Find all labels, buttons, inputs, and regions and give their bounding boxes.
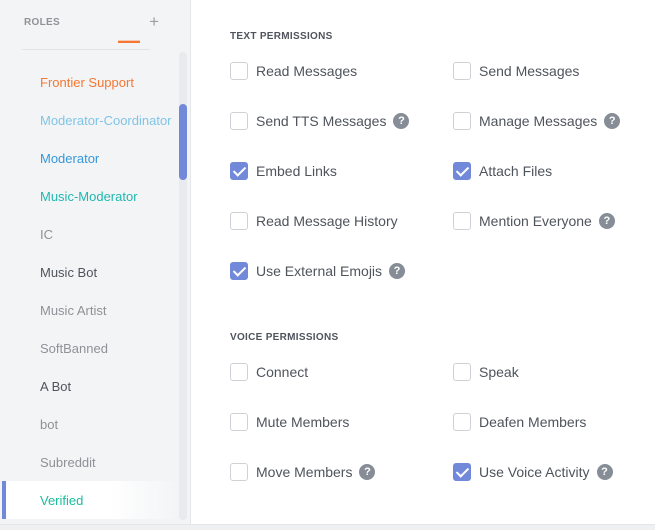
permission-connect[interactable]: Connect [230, 362, 308, 382]
role-item-frontier-support[interactable]: Frontier Support [2, 63, 180, 101]
use-external-emojis-label: Use External Emojis [256, 263, 383, 279]
mute-members-checkbox[interactable] [230, 413, 248, 431]
question-mark-icon[interactable]: ? [596, 464, 613, 480]
attach-files-label: Attach Files [479, 163, 553, 179]
permission-embed-links[interactable]: Embed Links [230, 161, 337, 181]
text-permissions-title: TEXT PERMISSIONS [230, 31, 333, 42]
mention-everyone-checkbox[interactable] [453, 212, 471, 230]
clipped-role-sliver: ▬▬ [118, 39, 150, 43]
read-message-history-label: Read Message History [256, 213, 398, 229]
connect-checkbox[interactable] [230, 363, 248, 381]
speak-label: Speak [479, 364, 519, 380]
send-messages-checkbox[interactable] [453, 62, 471, 80]
role-item-softbanned[interactable]: SoftBanned [2, 329, 180, 367]
add-role-plus-icon[interactable]: + [149, 13, 159, 30]
roles-sidebar: ROLES + ▬▬ Frontier SupportModerator-Coo… [0, 0, 191, 530]
role-item-music-bot[interactable]: Music Bot [2, 253, 180, 291]
scrollbar-thumb[interactable] [179, 104, 187, 180]
mute-members-label: Mute Members [256, 414, 350, 430]
bottom-divider [0, 524, 655, 530]
roles-title: ROLES [24, 16, 60, 28]
read-messages-checkbox[interactable] [230, 62, 248, 80]
connect-label: Connect [256, 364, 309, 380]
deafen-members-checkbox[interactable] [453, 413, 471, 431]
question-mark-icon[interactable]: ? [393, 113, 410, 129]
permission-mention-everyone[interactable]: Mention Everyone? [453, 211, 615, 231]
clipped-role-item[interactable]: ▬▬ [22, 32, 150, 50]
use-voice-activity-label: Use Voice Activity [479, 464, 590, 480]
voice-permissions-title: VOICE PERMISSIONS [230, 332, 339, 343]
send-messages-label: Send Messages [479, 63, 580, 79]
permission-use-external-emojis[interactable]: Use External Emojis? [230, 261, 406, 281]
role-item-moderator-coordinator[interactable]: Moderator-Coordinator [2, 101, 180, 139]
permissions-panel: TEXT PERMISSIONS VOICE PERMISSIONS Read … [192, 0, 655, 530]
permission-use-voice-activity[interactable]: Use Voice Activity? [453, 462, 613, 482]
use-voice-activity-checkbox[interactable] [453, 463, 471, 481]
deafen-members-label: Deafen Members [479, 414, 587, 430]
question-mark-icon[interactable]: ? [359, 464, 376, 480]
permission-send-messages[interactable]: Send Messages [453, 61, 579, 81]
permission-move-members[interactable]: Move Members? [230, 462, 376, 482]
move-members-label: Move Members [256, 464, 353, 480]
move-members-checkbox[interactable] [230, 463, 248, 481]
use-external-emojis-checkbox[interactable] [230, 262, 248, 280]
permission-deafen-members[interactable]: Deafen Members [453, 412, 586, 432]
question-mark-icon[interactable]: ? [598, 213, 615, 229]
question-mark-icon[interactable]: ? [389, 263, 406, 279]
role-item-a-bot[interactable]: A Bot [2, 367, 180, 405]
manage-messages-label: Manage Messages [479, 113, 598, 129]
role-item-subreddit[interactable]: Subreddit [2, 443, 180, 481]
role-item-bot[interactable]: bot [2, 405, 180, 443]
embed-links-label: Embed Links [256, 163, 337, 179]
permission-send-tts-messages[interactable]: Send TTS Messages? [230, 111, 410, 131]
role-item-music-moderator[interactable]: Music-Moderator [2, 177, 180, 215]
send-tts-messages-checkbox[interactable] [230, 112, 248, 130]
question-mark-icon[interactable]: ? [604, 113, 621, 129]
permission-read-message-history[interactable]: Read Message History [230, 211, 398, 231]
permission-read-messages[interactable]: Read Messages [230, 61, 357, 81]
send-tts-messages-label: Send TTS Messages [256, 113, 387, 129]
speak-checkbox[interactable] [453, 363, 471, 381]
manage-messages-checkbox[interactable] [453, 112, 471, 130]
mention-everyone-label: Mention Everyone [479, 213, 592, 229]
role-item-music-artist[interactable]: Music Artist [2, 291, 180, 329]
role-item-verified[interactable]: Verified [2, 481, 180, 519]
read-messages-label: Read Messages [256, 63, 358, 79]
permission-manage-messages[interactable]: Manage Messages? [453, 111, 621, 131]
attach-files-checkbox[interactable] [453, 162, 471, 180]
role-item-moderator[interactable]: Moderator [2, 139, 180, 177]
permission-attach-files[interactable]: Attach Files [453, 161, 552, 181]
permission-speak[interactable]: Speak [453, 362, 519, 382]
permission-mute-members[interactable]: Mute Members [230, 412, 349, 432]
roles-header: ROLES + [24, 13, 159, 30]
read-message-history-checkbox[interactable] [230, 212, 248, 230]
role-item-ic[interactable]: IC [2, 215, 180, 253]
role-list[interactable]: ▬▬ Frontier SupportModerator-Coordinator… [0, 32, 182, 524]
embed-links-checkbox[interactable] [230, 162, 248, 180]
